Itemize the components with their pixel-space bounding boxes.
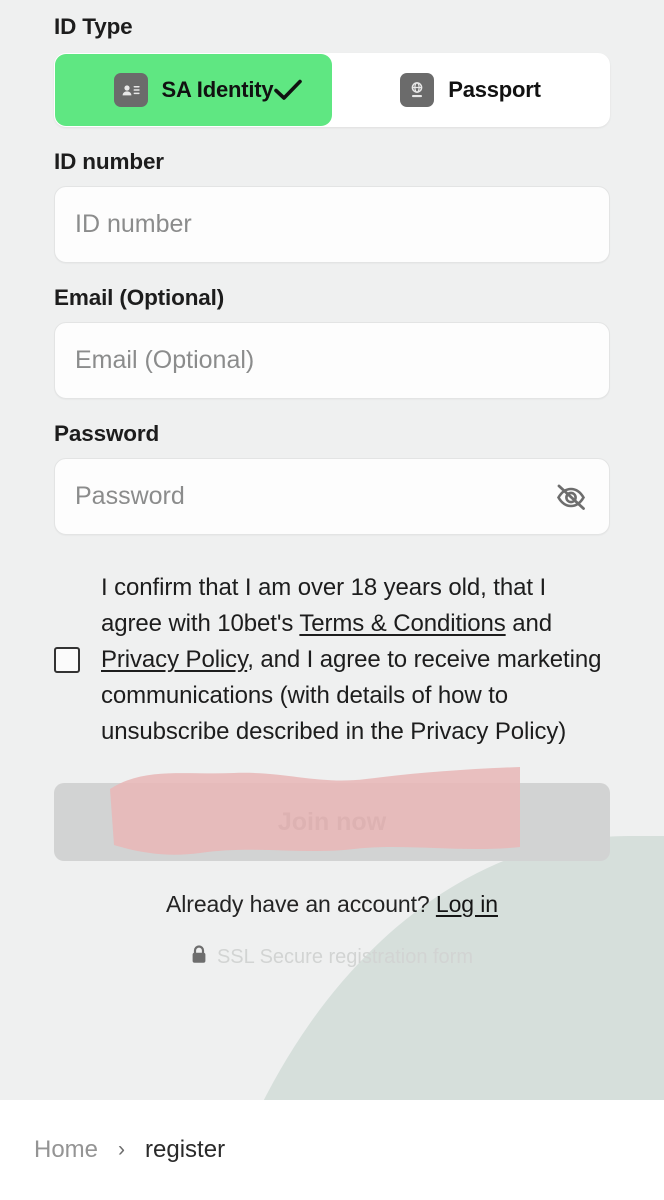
id-type-label: ID Type [54,14,133,39]
chevron-right-icon: › [118,1138,126,1161]
breadcrumb-current-page: register [145,1136,226,1163]
id-number-field-wrapper[interactable] [54,186,610,263]
id-type-segmented-control: SA Identity Passport [54,53,610,127]
id-card-icon [113,73,148,107]
password-input[interactable] [75,459,589,534]
submit-row: Join now [54,767,610,861]
id-type-option-label: SA Identity [161,77,274,102]
id-type-option-passport[interactable]: Passport [332,54,609,126]
check-icon [274,79,302,101]
form-content: ID Type SA Identity Passport ID number I… [0,0,664,970]
consent-row: I confirm that I am over 18 years old, t… [54,570,610,750]
id-number-input[interactable] [75,187,589,262]
breadcrumb-home-link[interactable]: Home [34,1136,98,1164]
eye-off-icon[interactable] [555,483,587,511]
id-type-option-label: Passport [448,77,541,102]
terms-and-conditions-link[interactable]: Terms & Conditions [299,610,505,637]
breadcrumb: Home › register [0,1100,664,1200]
passport-icon [400,73,435,107]
lock-icon [191,945,207,970]
id-number-label: ID number [54,149,164,174]
consent-text-part-2: and [505,610,552,637]
join-now-button[interactable]: Join now [54,783,610,861]
password-field-wrapper[interactable] [54,458,610,535]
password-label: Password [54,421,160,446]
email-label: Email (Optional) [54,285,225,310]
log-in-link[interactable]: Log in [436,891,498,917]
email-input[interactable] [75,323,589,398]
login-prompt-text: Already have an account? [166,891,430,917]
ssl-notice-text: SSL Secure registration form [216,946,474,968]
register-page: ID Type SA Identity Passport ID number I… [0,0,664,1200]
email-field-wrapper[interactable] [54,322,610,399]
ssl-notice: SSL Secure registration form [54,945,610,970]
registration-form-area: ID Type SA Identity Passport ID number I… [0,0,664,1100]
id-type-option-sa-identity[interactable]: SA Identity [55,54,332,126]
consent-text: I confirm that I am over 18 years old, t… [101,570,610,750]
privacy-policy-link[interactable]: Privacy Policy [101,646,247,673]
consent-checkbox[interactable] [54,647,80,673]
login-prompt: Already have an account? Log in [54,891,610,918]
